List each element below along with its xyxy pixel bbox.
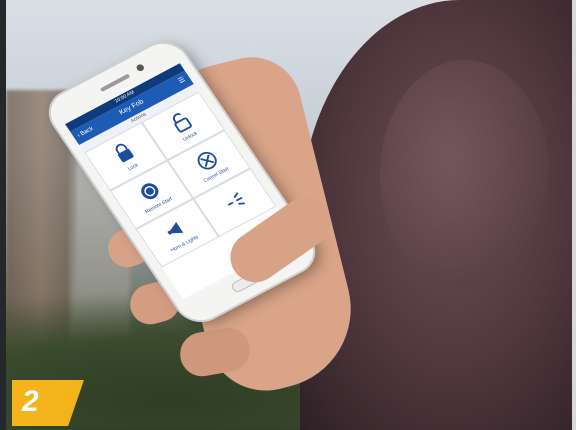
photo-scene: 10:00 AM ‹ Back Key Fob ☰ Actions Lock U… (0, 0, 576, 430)
lock-label: Lock (126, 161, 140, 172)
phone-speaker (99, 73, 131, 92)
lights-icon (227, 192, 245, 206)
frame-edge-left (0, 0, 6, 430)
step-number: 2 (22, 385, 39, 418)
menu-icon[interactable]: ☰ (175, 73, 190, 89)
frame-edge-right (572, 0, 576, 430)
phone-camera (135, 63, 146, 73)
sleeve-fold (380, 60, 550, 290)
back-label: Back (79, 125, 95, 138)
